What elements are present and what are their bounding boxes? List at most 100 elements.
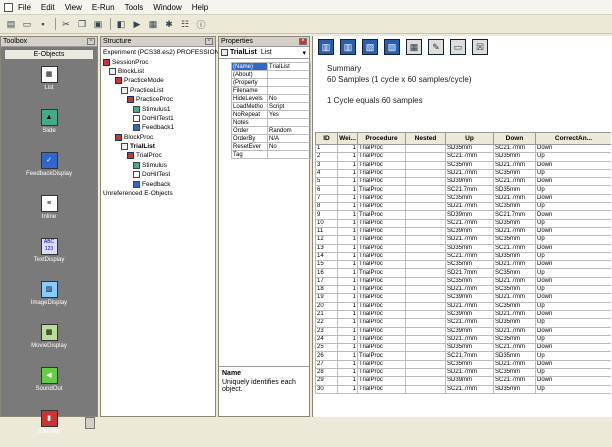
table-cell[interactable] [405, 318, 446, 328]
table-cell[interactable] [405, 351, 446, 361]
tool-inline[interactable]: ≡ Inline [10, 195, 88, 232]
add-levels-icon[interactable]: ▥ [340, 39, 356, 55]
table-cell[interactable]: SC35mm [493, 168, 536, 179]
property-value[interactable]: No [267, 94, 311, 103]
table-row[interactable]: 21 1 TrialProc SC39mm SD21.7mm Down [315, 309, 611, 320]
property-value[interactable] [267, 78, 311, 87]
table-cell[interactable]: 18 [315, 285, 338, 295]
table-cell[interactable]: Up [535, 185, 611, 195]
table-cell[interactable]: 10 [315, 218, 338, 228]
table-cell[interactable]: 8 [315, 202, 338, 212]
table-cell[interactable]: Down [535, 376, 611, 386]
table-cell[interactable]: SD35mm [445, 243, 494, 253]
table-cell[interactable]: SC39mm [445, 293, 494, 303]
table-cell[interactable]: 19 [315, 293, 338, 303]
property-value[interactable] [267, 86, 311, 95]
table-cell[interactable] [405, 260, 446, 270]
table-cell[interactable]: SD35mm [493, 152, 536, 162]
table-row[interactable]: 4 1 TrialProc SD21.7mm SC35mm Up [315, 168, 611, 179]
table-cell[interactable]: SD35mm [445, 143, 494, 154]
tool-soundout[interactable]: ◀ SoundOut [10, 367, 88, 404]
table-cell[interactable]: SC21.7mm [493, 210, 536, 220]
tool-feedbackdisplay[interactable]: ✓ FeedbackDisplay [10, 152, 88, 189]
table-cell[interactable]: 1 [337, 309, 358, 320]
table-cell[interactable]: 23 [315, 326, 338, 336]
table-cell[interactable]: SC21.7mm [445, 351, 494, 361]
column-header[interactable]: Procedure [357, 132, 406, 145]
table-cell[interactable] [405, 210, 446, 220]
table-row[interactable]: 6 1 TrialProc SC21.7mm SD35mm Up [315, 185, 611, 195]
table-cell[interactable]: 26 [315, 351, 338, 361]
table-cell[interactable]: SD21.7mm [493, 193, 536, 204]
table-row[interactable]: 2 1 TrialProc SC21.7mm SD35mm Up [315, 152, 611, 162]
table-row[interactable]: 1 1 TrialProc SD35mm SC21.7mm Down [315, 143, 611, 154]
table-cell[interactable]: SC35mm [445, 193, 494, 204]
table-cell[interactable]: 16 [315, 268, 338, 278]
property-row[interactable]: OrderBy N/A [231, 134, 311, 143]
property-value[interactable]: N/A [267, 134, 311, 143]
table-cell[interactable]: TrialProc [357, 143, 406, 154]
table-cell[interactable]: 28 [315, 367, 338, 378]
table-cell[interactable]: Down [535, 260, 611, 270]
chevron-down-icon[interactable]: ▾ [302, 49, 306, 57]
table-cell[interactable]: 14 [315, 251, 338, 262]
add-attributes-icon[interactable]: ▧ [384, 39, 400, 55]
table-cell[interactable]: SC21.7mm [493, 143, 536, 154]
table-cell[interactable] [405, 309, 446, 320]
table-cell[interactable]: 24 [315, 334, 338, 345]
table-cell[interactable] [405, 243, 446, 253]
table-cell[interactable]: TrialProc [357, 251, 406, 262]
table-cell[interactable]: TrialProc [357, 177, 406, 187]
property-row[interactable]: Tag [231, 150, 311, 159]
table-cell[interactable]: Down [535, 276, 611, 287]
table-cell[interactable]: Down [535, 160, 611, 170]
close-icon[interactable]: × [299, 38, 307, 45]
menu-view[interactable]: View [63, 3, 84, 12]
table-cell[interactable]: 25 [315, 343, 338, 353]
table-cell[interactable]: SC35mm [493, 268, 536, 278]
table-row[interactable]: 27 1 TrialProc SC35mm SD21.7mm Down [315, 359, 611, 370]
table-cell[interactable]: SC35mm [493, 202, 536, 212]
table-cell[interactable]: 3 [315, 160, 338, 170]
table-cell[interactable] [405, 235, 446, 245]
copy-icon[interactable]: ❐ [75, 17, 89, 31]
tree-node[interactable]: SessionProc [103, 57, 227, 66]
table-cell[interactable]: SC35mm [445, 160, 494, 170]
table-cell[interactable]: TrialProc [357, 285, 406, 295]
table-cell[interactable]: SC21.7mm [445, 251, 494, 262]
property-value[interactable]: Script [267, 102, 311, 111]
paste-icon[interactable]: ▣ [91, 17, 105, 31]
menu-help[interactable]: Help [190, 3, 210, 12]
table-row[interactable]: 8 1 TrialProc SD21.7mm SC35mm Up [315, 202, 611, 212]
property-value[interactable]: Yes [267, 110, 311, 119]
table-cell[interactable]: TrialProc [357, 351, 406, 361]
tree-node[interactable]: TrialList [103, 142, 227, 151]
table-cell[interactable] [405, 251, 446, 262]
table-cell[interactable]: Down [535, 143, 611, 154]
menu-edit[interactable]: Edit [39, 3, 57, 12]
column-header[interactable]: Wei... [337, 132, 358, 145]
property-row[interactable]: ResetEver No [231, 142, 311, 151]
table-cell[interactable]: 1 [337, 384, 358, 394]
table-cell[interactable]: 7 [315, 193, 338, 204]
table-cell[interactable]: TrialProc [357, 235, 406, 245]
table-cell[interactable]: 1 [337, 301, 358, 311]
table-row[interactable]: 28 1 TrialProc SD21.7mm SC35mm Up [315, 367, 611, 378]
table-cell[interactable]: TrialProc [357, 309, 406, 320]
table-cell[interactable]: TrialProc [357, 210, 406, 220]
table-cell[interactable]: 1 [337, 218, 358, 228]
property-row[interactable]: LoadMetho Script [231, 102, 311, 111]
tree-node[interactable]: PracticeMode [103, 76, 227, 85]
table-cell[interactable]: TrialProc [357, 226, 406, 237]
table-row[interactable]: 25 1 TrialProc SD35mm SC21.7mm Down [315, 343, 611, 353]
table-cell[interactable]: 1 [337, 343, 358, 353]
table-cell[interactable]: 1 [337, 143, 358, 154]
table-cell[interactable] [405, 293, 446, 303]
tree-node[interactable]: TrialProc [103, 151, 227, 160]
tree-node[interactable]: BlockProc [103, 133, 227, 142]
table-cell[interactable]: 27 [315, 359, 338, 370]
table-cell[interactable] [405, 193, 446, 204]
table-row[interactable]: 20 1 TrialProc SD21.7mm SC35mm Up [315, 301, 611, 311]
table-cell[interactable]: 1 [337, 202, 358, 212]
table-cell[interactable]: SD21.7mm [445, 235, 494, 245]
